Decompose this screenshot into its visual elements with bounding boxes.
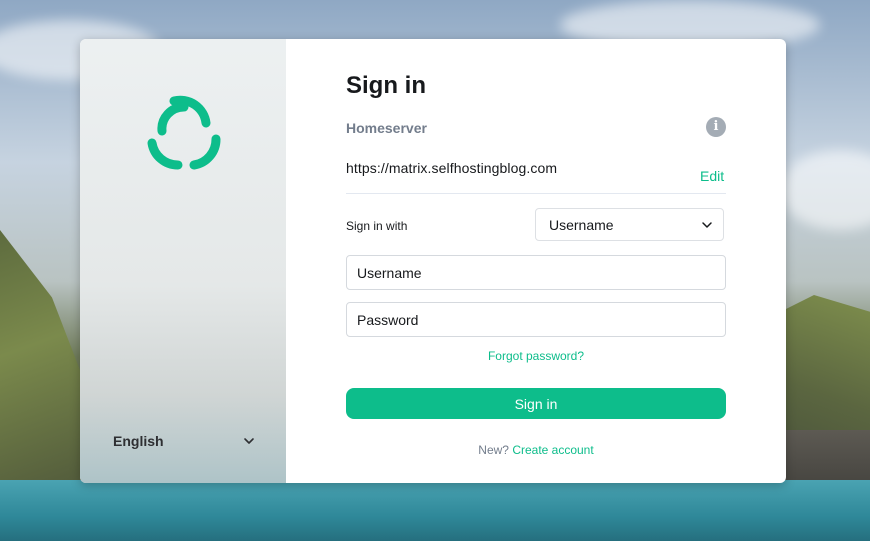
chevron-down-icon [702,221,712,228]
homeserver-label: Homeserver [346,120,427,136]
sign-in-button[interactable]: Sign in [346,388,726,419]
element-logo-icon [147,95,221,170]
sign-in-panel: Sign in Homeserver i https://matrix.self… [286,39,786,483]
new-prompt: New? [478,443,509,457]
sign-in-method-value: Username [549,216,614,233]
sign-in-method-select[interactable]: Username [535,208,724,241]
lake [0,480,870,541]
password-input[interactable] [346,302,726,337]
info-icon[interactable]: i [706,117,726,137]
edit-homeserver-link[interactable]: Edit [700,168,724,184]
homeserver-url: https://matrix.selfhostingblog.com [346,160,558,176]
auth-sidebar: English [80,39,286,483]
username-input[interactable] [346,255,726,290]
chevron-down-icon [244,438,254,444]
divider [346,193,726,194]
forgot-password-link[interactable]: Forgot password? [346,349,726,363]
sign-in-with-label: Sign in with [346,219,408,233]
language-selector[interactable]: English [113,431,255,451]
login-card: English Sign in Homeserver i https://mat… [80,39,786,483]
cloud [780,150,870,230]
page-title: Sign in [346,72,426,99]
create-account-link[interactable]: Create account [512,443,593,457]
create-account-row: New? Create account [346,443,726,457]
language-label: English [113,433,164,449]
